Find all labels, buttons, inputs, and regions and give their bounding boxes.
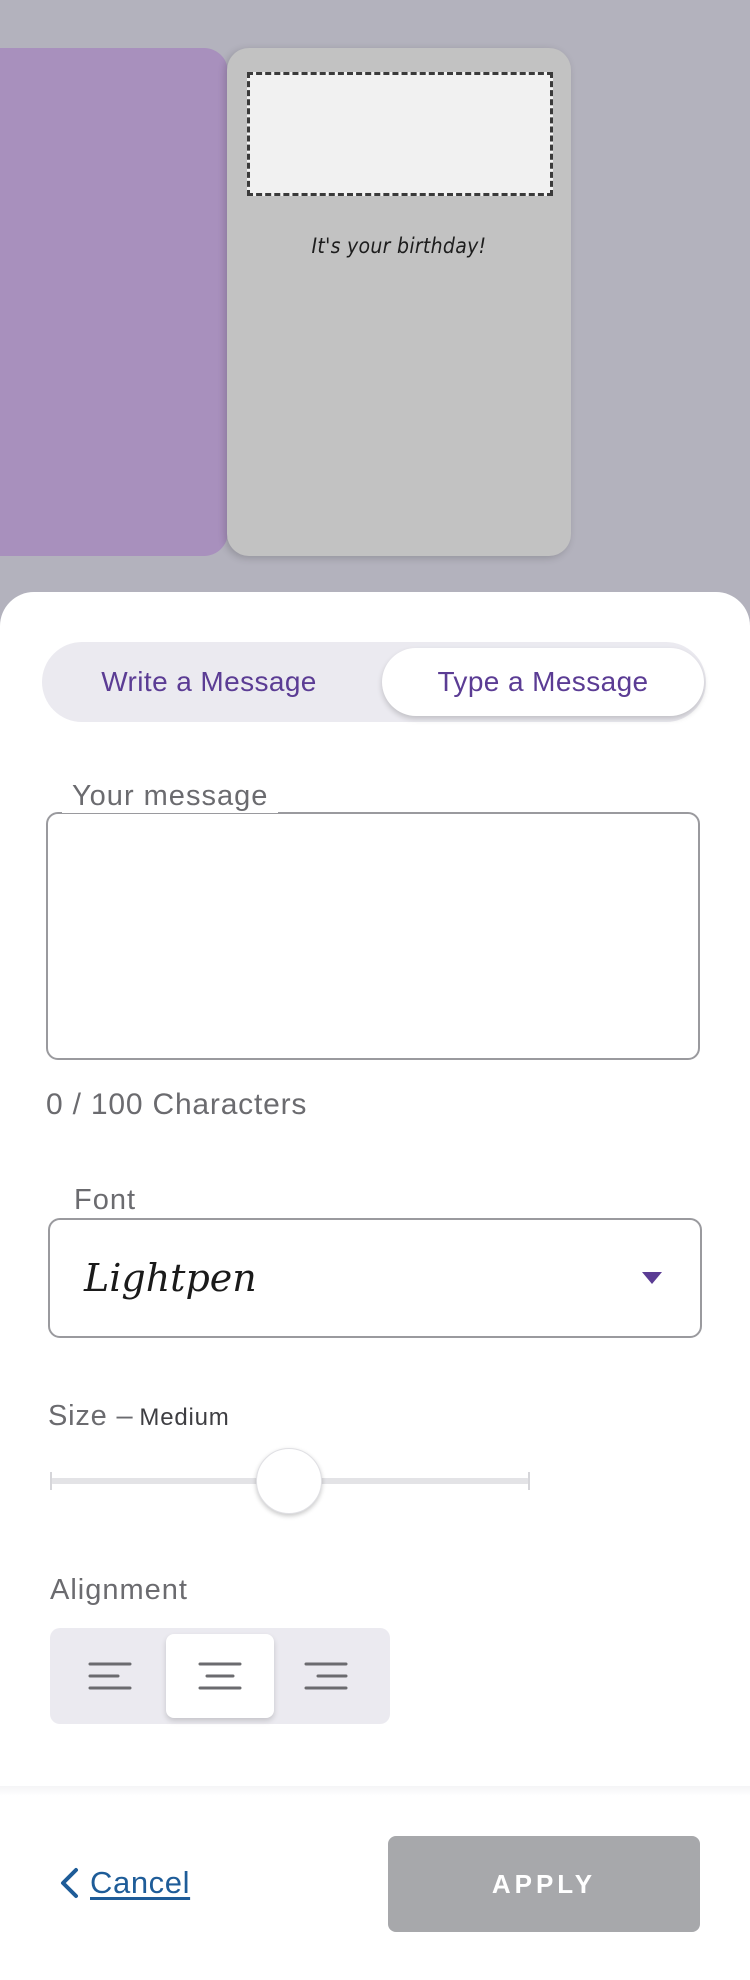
- chevron-left-icon: [61, 1868, 78, 1898]
- font-field-label: Font: [64, 1184, 147, 1217]
- card-message-text: It's your birthday!: [311, 234, 487, 258]
- size-label-text: Size –: [48, 1400, 134, 1432]
- align-center-icon: [198, 1662, 242, 1690]
- alignment-segmented-control: [50, 1628, 390, 1724]
- card-inside-panel: It's your birthday!: [227, 48, 571, 556]
- cancel-button[interactable]: Cancel: [58, 1858, 190, 1908]
- card-preview: It's your birthday!: [0, 0, 750, 600]
- card-left-panel: [0, 48, 228, 556]
- message-field-label: Your message: [62, 780, 279, 813]
- font-select[interactable]: Lightpen: [48, 1218, 702, 1338]
- align-right-icon: [304, 1662, 348, 1690]
- slider-max-tick: [528, 1472, 530, 1490]
- write-message-tab[interactable]: Write a Message: [48, 648, 370, 716]
- character-counter: 0 / 100 Characters: [46, 1088, 308, 1121]
- align-center-button[interactable]: [166, 1634, 274, 1718]
- footer-divider: [0, 1786, 750, 1796]
- cancel-label: Cancel: [90, 1865, 191, 1900]
- message-textarea[interactable]: [46, 812, 700, 1060]
- align-left-icon: [88, 1662, 132, 1690]
- size-value: Medium: [139, 1404, 230, 1431]
- size-label: Size – Medium: [48, 1400, 230, 1433]
- message-mode-toggle: Write a Message Type a Message: [42, 642, 706, 722]
- message-editor-sheet: Write a Message Type a Message Your mess…: [0, 592, 750, 1980]
- apply-button[interactable]: APPLY: [388, 1836, 700, 1932]
- type-message-tab[interactable]: Type a Message: [382, 648, 704, 716]
- alignment-label: Alignment: [50, 1574, 188, 1606]
- photo-placeholder[interactable]: [247, 72, 553, 196]
- font-selected-value: Lightpen: [84, 1256, 257, 1300]
- size-slider-thumb[interactable]: [256, 1448, 322, 1514]
- align-right-button[interactable]: [272, 1634, 380, 1718]
- align-left-button[interactable]: [56, 1634, 164, 1718]
- slider-min-tick: [50, 1472, 52, 1490]
- dropdown-caret-icon: [642, 1272, 662, 1284]
